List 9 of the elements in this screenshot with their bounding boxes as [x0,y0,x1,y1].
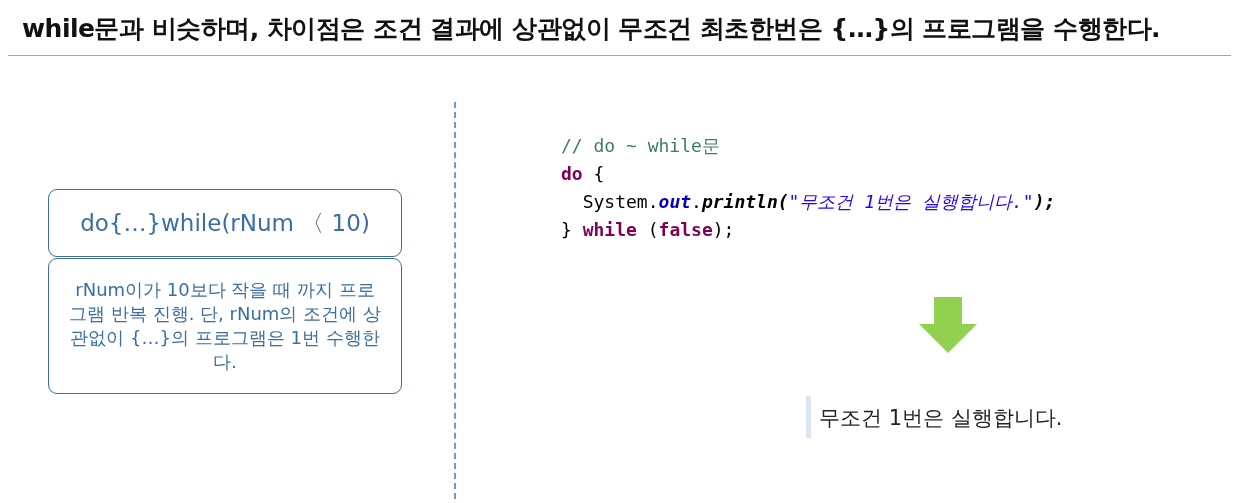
down-arrow-icon [919,297,977,353]
code-line: do { [561,162,605,186]
slide-title: while문과 비슷하며, 차이점은 조건 결과에 상관없이 무조건 최초한번은 {…}의 프로그램을 수행한다. [22,13,1162,45]
code-line: System.out.println("무조건 1번은 실행합니다."); [581,190,1056,214]
code-line: // do ~ while문 [561,134,720,158]
syntax-heading: do{…}while(rNum 〈 10) [48,189,402,257]
code-line: } while (false); [561,218,735,242]
syntax-description: rNum이가 10보다 작을 때 까지 프로그램 반복 진행. 단, rNum의 조건에 상관없이 {…}의 프로그램은 1번 수행한다. [48,258,402,394]
console-output: 무조건 1번은 실행합니다. [806,396,1063,438]
